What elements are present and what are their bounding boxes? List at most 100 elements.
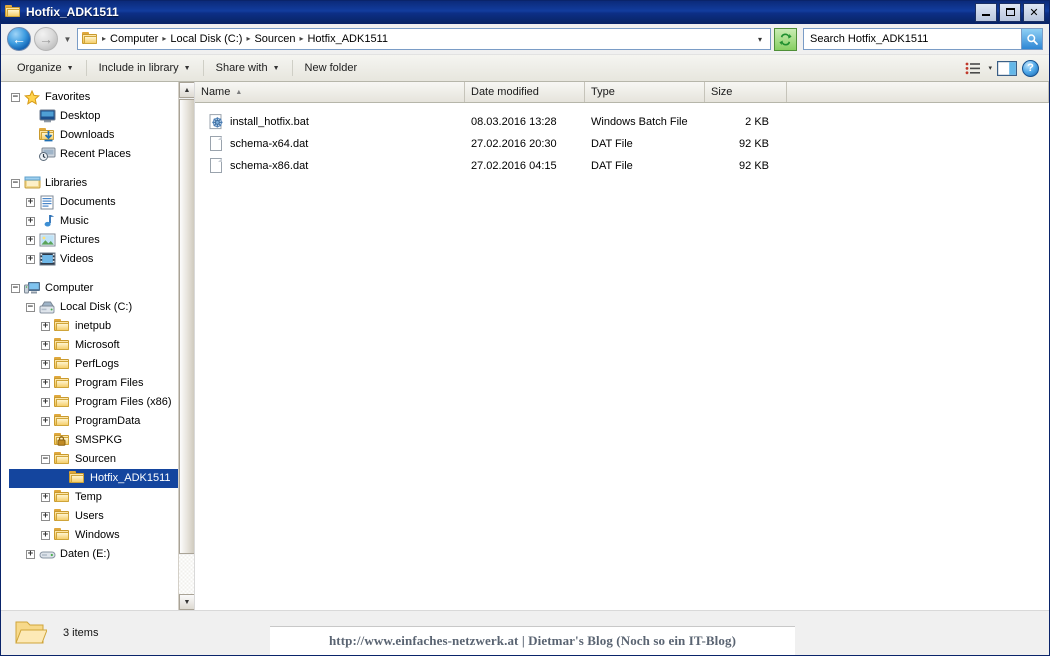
expand-icon[interactable]: + [39, 377, 52, 390]
search-icon[interactable] [1021, 29, 1042, 49]
tree-item-music[interactable]: + Music [9, 212, 194, 231]
tree-item-program-files[interactable]: + Program Files [9, 374, 194, 393]
tree-item-label: Microsoft [75, 339, 120, 351]
tree-item-programdata[interactable]: + ProgramData [9, 412, 194, 431]
tree-item-label: ProgramData [75, 415, 141, 427]
back-button[interactable]: ← [7, 27, 31, 51]
tree-item-videos[interactable]: + Videos [9, 250, 194, 269]
expand-icon[interactable]: + [39, 529, 52, 542]
item-count-label: 3 items [63, 627, 99, 639]
refresh-button[interactable] [774, 27, 797, 51]
scroll-up-button[interactable]: ▲ [179, 82, 194, 98]
window-title: Hotfix_ADK1511 [26, 5, 119, 19]
scroll-down-button[interactable]: ▼ [179, 594, 194, 610]
column-header-name[interactable]: Name ▲ [195, 82, 465, 102]
music-icon [39, 214, 56, 229]
forward-button[interactable]: → [34, 27, 58, 51]
scrollbar-thumb[interactable] [179, 99, 194, 554]
column-header-date[interactable]: Date modified [465, 82, 585, 102]
tree-item-label: Documents [60, 196, 116, 208]
preview-pane-icon[interactable] [994, 57, 1020, 79]
tree-item-daten-e[interactable]: + Daten (E:) [9, 545, 194, 564]
tree-item-libraries[interactable]: − Libraries [9, 174, 194, 193]
share-with-button[interactable]: Share with ▼ [206, 57, 290, 79]
help-icon[interactable]: ? [1022, 59, 1039, 77]
tree-item-hotfix-adk1511[interactable]: Hotfix_ADK1511 [9, 469, 194, 488]
new-folder-button[interactable]: New folder [295, 57, 368, 79]
expand-icon[interactable]: + [39, 415, 52, 428]
scrollbar-track[interactable] [179, 555, 194, 594]
breadcrumb-bar[interactable]: ▸ Computer ▸ Local Disk (C:) ▸ Sourcen ▸… [77, 28, 771, 50]
close-button[interactable]: ✕ [1023, 2, 1045, 22]
organize-button[interactable]: Organize ▼ [7, 57, 84, 79]
tree-item-users[interactable]: + Users [9, 507, 194, 526]
maximize-button[interactable] [999, 2, 1021, 22]
search-box[interactable]: Search Hotfix_ADK1511 [803, 28, 1043, 50]
include-in-library-button[interactable]: Include in library ▼ [89, 57, 201, 79]
tree-item-recent-places[interactable]: Recent Places [9, 145, 194, 164]
breadcrumb-local-disk[interactable]: Local Disk (C:) [167, 30, 245, 48]
documents-icon [39, 195, 56, 210]
breadcrumb-sourcen[interactable]: Sourcen [251, 30, 298, 48]
collapse-icon[interactable]: − [9, 282, 22, 295]
list-view-icon[interactable] [960, 57, 986, 79]
generic-file-icon [209, 136, 224, 152]
tree-item-local-disk-c[interactable]: − Local Disk (C:) [9, 298, 194, 317]
tree-item-windows[interactable]: + Windows [9, 526, 194, 545]
file-rows: install_hotfix.bat 08.03.2016 13:28 Window… [195, 103, 1049, 610]
window-folder-icon [5, 5, 21, 19]
collapse-icon[interactable]: − [9, 91, 22, 104]
expand-icon[interactable]: + [39, 358, 52, 371]
expand-icon[interactable]: + [24, 234, 37, 247]
tree-item-documents[interactable]: + Documents [9, 193, 194, 212]
tree-item-downloads[interactable]: Downloads [9, 126, 194, 145]
expand-icon[interactable]: + [39, 339, 52, 352]
folder-icon [54, 357, 71, 372]
expand-icon[interactable]: + [39, 320, 52, 333]
tree-item-temp[interactable]: + Temp [9, 488, 194, 507]
column-header-size[interactable]: Size [705, 82, 787, 102]
breadcrumb-hotfix[interactable]: Hotfix_ADK1511 [304, 30, 391, 48]
search-input[interactable]: Search Hotfix_ADK1511 [804, 33, 1021, 45]
collapse-icon[interactable]: − [39, 453, 52, 466]
tree-item-computer[interactable]: − Computer [9, 279, 194, 298]
view-options-caret[interactable]: ▾ [988, 64, 992, 72]
minimize-button[interactable] [975, 2, 997, 22]
folder-icon [54, 414, 71, 429]
column-header-type[interactable]: Type [585, 82, 705, 102]
recent-pages-dropdown[interactable]: ▼ [61, 29, 74, 49]
tree-item-desktop[interactable]: Desktop [9, 107, 194, 126]
collapse-icon[interactable]: − [9, 177, 22, 190]
address-dropdown-icon[interactable]: ▾ [756, 35, 768, 44]
expand-icon[interactable]: + [39, 491, 52, 504]
folder-icon [54, 319, 71, 334]
file-row[interactable]: schema-x64.dat 27.02.2016 20:30 DAT File 92… [195, 133, 1049, 155]
column-header-date-label: Date modified [471, 86, 539, 98]
expand-icon[interactable]: + [39, 396, 52, 409]
breadcrumb-computer[interactable]: Computer [107, 30, 161, 48]
tree-item-microsoft[interactable]: + Microsoft [9, 336, 194, 355]
tree-item-perflogs[interactable]: + PerfLogs [9, 355, 194, 374]
file-name-label: schema-x86.dat [230, 160, 309, 172]
file-type-cell: Windows Batch File [591, 116, 688, 128]
file-row[interactable]: install_hotfix.bat 08.03.2016 13:28 Window… [195, 111, 1049, 133]
expand-icon[interactable]: + [24, 548, 37, 561]
tree-item-label: Sourcen [75, 453, 116, 465]
file-row[interactable]: schema-x86.dat 27.02.2016 04:15 DAT File 92… [195, 155, 1049, 177]
tree-item-sourcen[interactable]: − Sourcen [9, 450, 194, 469]
expand-icon[interactable]: + [24, 253, 37, 266]
expand-icon[interactable]: + [39, 510, 52, 523]
tree-item-pictures[interactable]: + Pictures [9, 231, 194, 250]
toolbar-divider-3 [291, 60, 293, 76]
tree-item-favorites[interactable]: − Favorites [9, 88, 194, 107]
tree-item-smspkg[interactable]: SMSPKG [9, 431, 194, 450]
expand-icon[interactable]: + [24, 215, 37, 228]
tree-item-label: inetpub [75, 320, 112, 332]
navigation-scrollbar[interactable]: ▲ ▼ [178, 82, 194, 610]
tree-group-spacer [9, 164, 194, 174]
explorer-body: − Favorites Desktop Downloads Recent Places −… [1, 82, 1049, 610]
tree-item-inetpub[interactable]: + inetpub [9, 317, 194, 336]
collapse-icon[interactable]: − [24, 301, 37, 314]
tree-item-program-files-x86[interactable]: + Program Files (x86) [9, 393, 194, 412]
expand-icon[interactable]: + [24, 196, 37, 209]
